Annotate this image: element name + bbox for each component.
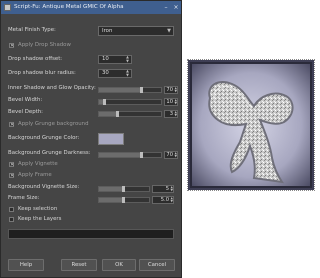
- bg-grunge-color-button[interactable]: [98, 133, 124, 145]
- bg-vignette-size-slider[interactable]: [98, 186, 150, 192]
- keep-layers-checkbox[interactable]: [9, 217, 14, 222]
- bg-grunge-color-label: Background Grunge Color:: [8, 135, 80, 141]
- apply-drop-shadow-checkbox[interactable]: ✕: [9, 43, 14, 49]
- frame-size-slider[interactable]: [98, 197, 150, 203]
- bg-vignette-size-label: Background Vignette Size:: [8, 184, 80, 190]
- script-fu-dialog: Script-Fu: Antique Metal GMIC Of Alpha –…: [0, 0, 182, 278]
- bg-grunge-darkness-label: Background Grunge Darkness:: [8, 150, 91, 156]
- inner-shadow-glow-label: Inner Shadow and Glow Opacity:: [8, 85, 96, 91]
- slider-thumb[interactable]: [103, 99, 107, 105]
- spin-arrows-icon[interactable]: ▲ ▼: [174, 110, 177, 117]
- antique-metal-preview-image: [188, 60, 314, 190]
- drop-shadow-offset-value: 10: [102, 56, 109, 62]
- chevron-down-icon: ▼: [167, 28, 171, 34]
- inner-shadow-glow-slider[interactable]: [98, 87, 162, 93]
- keep-layers-label: Keep the Layers: [18, 216, 62, 222]
- apply-grunge-checkbox[interactable]: ✕: [9, 122, 14, 128]
- spin-arrows-icon[interactable]: ▲ ▼: [170, 196, 173, 203]
- help-button[interactable]: Help: [8, 259, 44, 271]
- frame-size-input[interactable]: 5.0 ▲ ▼: [152, 196, 174, 204]
- spin-arrows-icon[interactable]: ▲ ▼: [174, 151, 177, 158]
- apply-vignette-checkbox[interactable]: ✕: [9, 162, 14, 168]
- bevel-depth-label: Bevel Depth:: [8, 109, 43, 115]
- spin-arrows-icon[interactable]: ▲ ▼: [174, 86, 177, 93]
- slider-thumb[interactable]: [122, 186, 125, 192]
- title-bar[interactable]: Script-Fu: Antique Metal GMIC Of Alpha –…: [1, 1, 181, 14]
- bevel-width-input[interactable]: 10 ▲ ▼: [164, 98, 178, 106]
- ok-button[interactable]: OK: [102, 259, 136, 271]
- bevel-width-value: 10: [166, 99, 173, 105]
- cancel-button[interactable]: Cancel: [139, 259, 175, 271]
- bevel-width-label: Bevel Width:: [8, 97, 43, 103]
- dialog-title: Script-Fu: Antique Metal GMIC Of Alpha: [14, 4, 124, 10]
- bevel-depth-slider[interactable]: [98, 111, 162, 117]
- slider-thumb[interactable]: [140, 87, 144, 93]
- apply-frame-checkbox[interactable]: ✕: [9, 173, 14, 179]
- app-icon: [4, 4, 11, 11]
- bg-vignette-size-value: 5: [165, 186, 169, 192]
- slider-thumb[interactable]: [122, 197, 125, 203]
- apply-vignette-label: Apply Vignette: [18, 161, 58, 167]
- spin-arrows-icon[interactable]: ▲ ▼: [125, 55, 130, 63]
- inner-shadow-glow-input[interactable]: 70 ▲ ▼: [164, 86, 178, 94]
- slider-thumb[interactable]: [115, 111, 119, 117]
- close-icon[interactable]: ×: [172, 4, 180, 11]
- bg-grunge-darkness-value: 70: [166, 152, 173, 158]
- metal-finish-value: Iron: [102, 28, 113, 34]
- keep-selection-checkbox[interactable]: [9, 207, 14, 212]
- metal-finish-select[interactable]: Iron ▼: [98, 26, 174, 36]
- minimize-icon[interactable]: –: [162, 4, 170, 11]
- drop-shadow-offset-spinner[interactable]: 10 ▲ ▼: [98, 55, 132, 64]
- spin-arrows-icon[interactable]: ▲ ▼: [125, 69, 130, 77]
- apply-frame-label: Apply Frame: [18, 172, 52, 178]
- canvas-preview[interactable]: [187, 59, 315, 191]
- apply-grunge-label: Apply Grunge background: [18, 121, 89, 127]
- apply-drop-shadow-label: Apply Drop Shadow: [18, 42, 71, 48]
- frame-size-value: 5.0: [160, 197, 169, 203]
- bg-vignette-size-input[interactable]: 5 ▲ ▼: [152, 185, 174, 193]
- reset-button[interactable]: Reset: [61, 259, 97, 271]
- progress-bar: [8, 229, 174, 239]
- frame-size-label: Frame Size:: [8, 195, 40, 201]
- drop-shadow-blur-spinner[interactable]: 30 ▲ ▼: [98, 69, 132, 78]
- keep-selection-label: Keep selection: [18, 206, 58, 212]
- bevel-depth-input[interactable]: 3 ▲ ▼: [164, 110, 178, 118]
- bg-grunge-darkness-input[interactable]: 70 ▲ ▼: [164, 151, 178, 159]
- drop-shadow-offset-label: Drop shadow offset:: [8, 56, 63, 62]
- spin-arrows-icon[interactable]: ▲ ▼: [170, 185, 173, 192]
- bg-grunge-darkness-slider[interactable]: [98, 152, 162, 158]
- drop-shadow-blur-value: 30: [102, 70, 109, 76]
- bevel-width-slider[interactable]: [98, 99, 162, 105]
- slider-thumb[interactable]: [140, 152, 144, 158]
- metal-finish-label: Metal Finish Type:: [8, 27, 56, 33]
- bevel-depth-value: 3: [169, 111, 173, 117]
- drop-shadow-blur-label: Drop shadow blur radius:: [8, 70, 76, 76]
- spin-arrows-icon[interactable]: ▲ ▼: [174, 98, 177, 105]
- inner-shadow-glow-value: 70: [166, 87, 173, 93]
